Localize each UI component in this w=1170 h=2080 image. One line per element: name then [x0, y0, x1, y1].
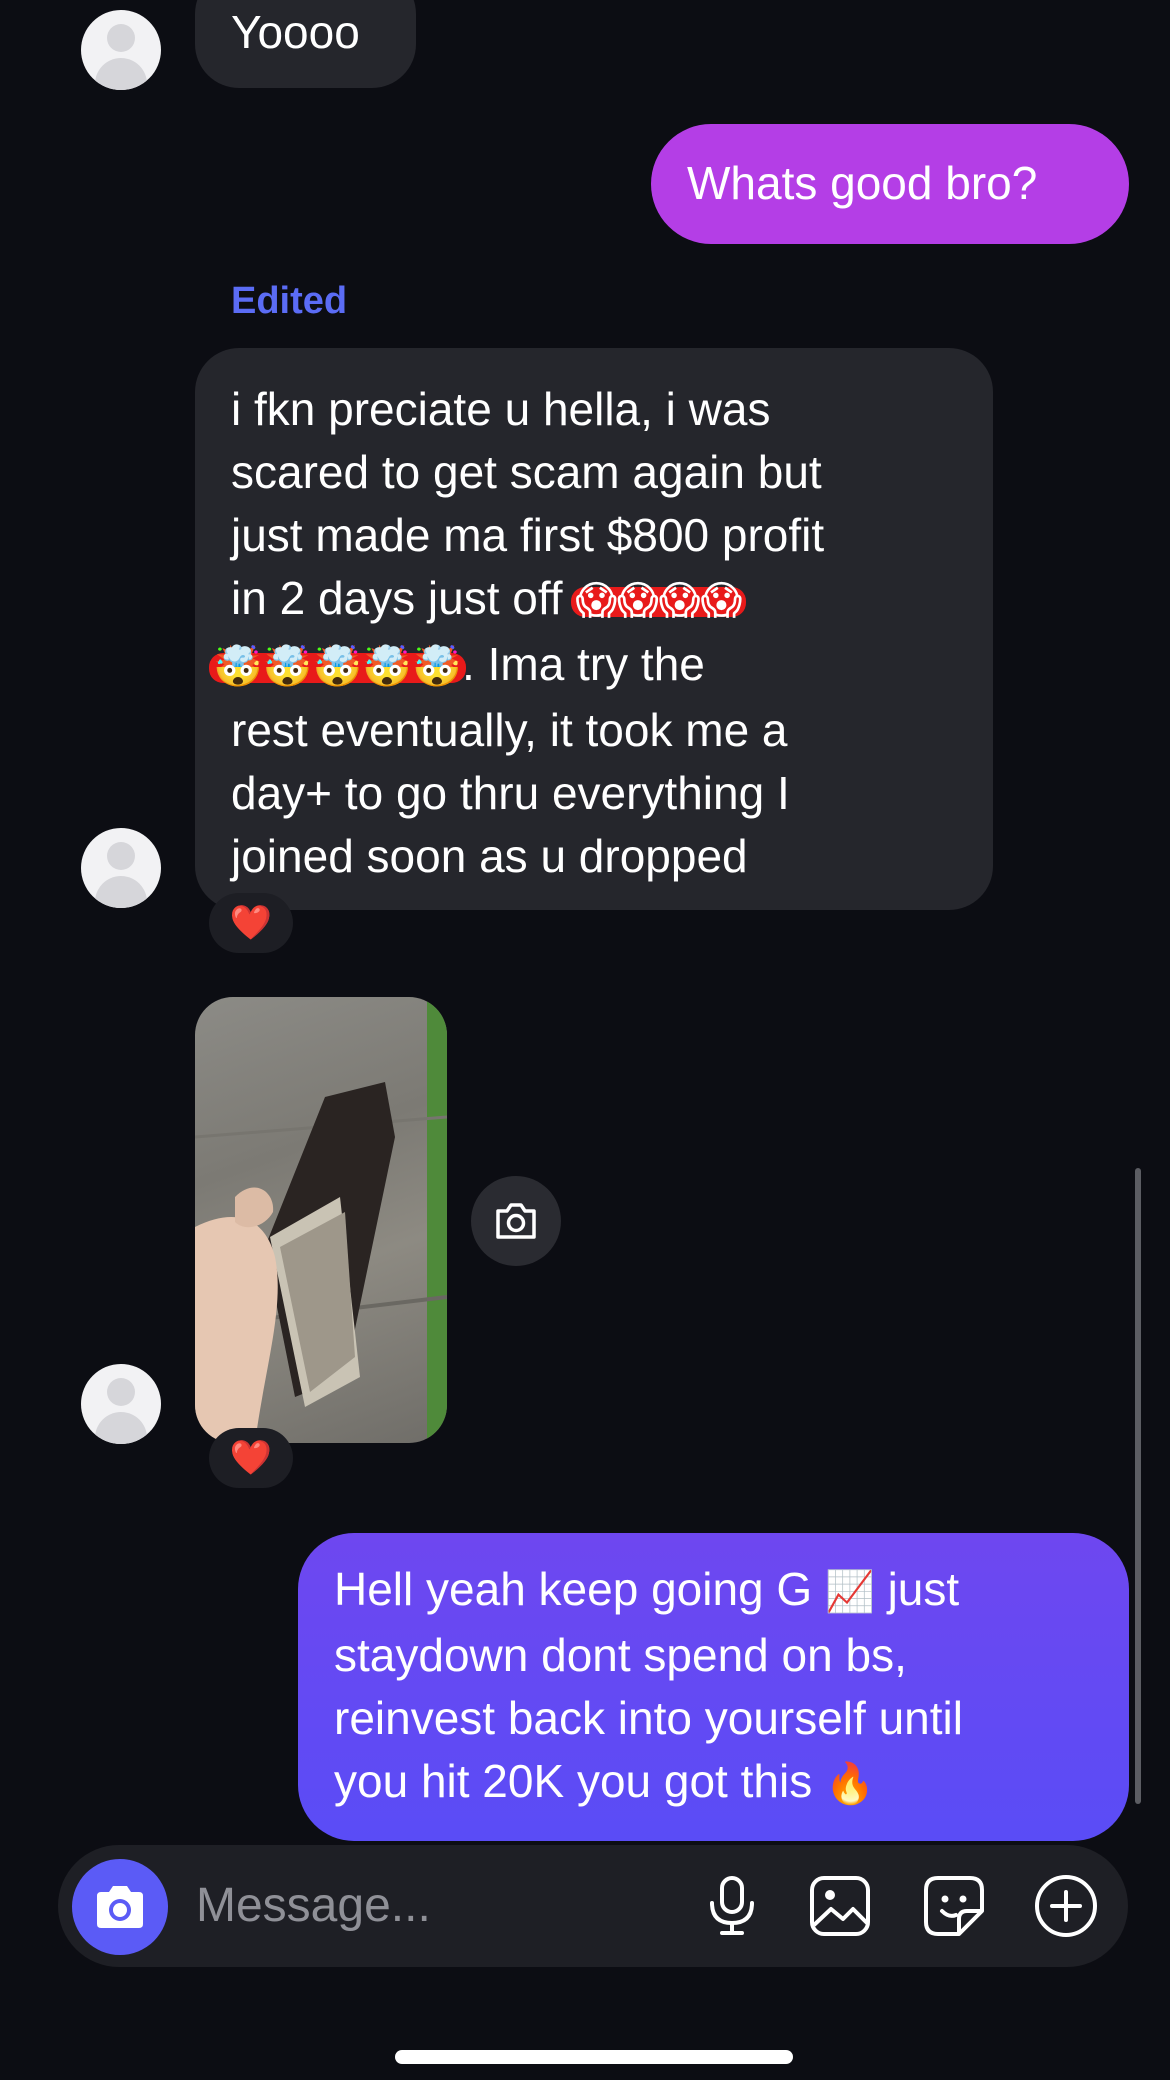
- microphone-button[interactable]: [698, 1872, 766, 1940]
- sent-message[interactable]: Whats good bro?: [651, 124, 1129, 244]
- message-text: Hell yeah keep going G: [334, 1563, 813, 1615]
- received-message[interactable]: Yoooo: [195, 0, 416, 88]
- message-text: . Ima try the: [462, 638, 705, 690]
- scrollbar[interactable]: [1135, 1168, 1141, 1804]
- message-line: 🤯🤯🤯🤯🤯. Ima try the: [209, 633, 993, 699]
- scribbled-emojis: 😱😱😱😱: [571, 567, 747, 633]
- sticker-button[interactable]: [920, 1872, 988, 1940]
- message-line: rest eventually, it took me a: [231, 704, 788, 756]
- camera-icon: [97, 1886, 143, 1928]
- home-indicator[interactable]: [395, 2050, 793, 2064]
- message-text: Yoooo: [231, 6, 360, 58]
- heart-reaction[interactable]: ❤️: [209, 893, 293, 953]
- message-line: joined soon as u dropped: [231, 830, 748, 882]
- microphone-icon: [710, 1876, 754, 1935]
- heart-reaction[interactable]: ❤️: [209, 1428, 293, 1488]
- view-photo-button[interactable]: [471, 1176, 561, 1266]
- sticker-icon: [924, 1876, 984, 1936]
- screaming-face-emojis: 😱😱😱😱: [575, 578, 743, 624]
- gallery-button[interactable]: [806, 1872, 874, 1940]
- message-text: you hit 20K you got this: [334, 1755, 813, 1807]
- chart-increasing-emoji: 📈: [824, 1569, 875, 1615]
- message-line: staydown dont spend on bs,: [334, 1629, 907, 1681]
- wallet-photo[interactable]: [195, 997, 447, 1443]
- camera-icon: [496, 1203, 536, 1239]
- message-line: scared to get scam again but: [231, 446, 822, 498]
- contact-avatar[interactable]: [81, 1364, 161, 1444]
- message-line: i fkn preciate u hella, i was: [231, 383, 771, 435]
- message-line: reinvest back into yourself until: [334, 1692, 963, 1744]
- message-line: just made ma first $800 profit: [231, 509, 825, 561]
- scribbled-emojis: 🤯🤯🤯🤯🤯: [209, 633, 467, 699]
- fire-emoji: 🔥: [824, 1761, 875, 1807]
- message-line: Hell yeah keep going G 📈 just: [334, 1558, 1129, 1624]
- message-text: Whats good bro?: [687, 157, 1038, 209]
- heart-icon: ❤️: [229, 1438, 273, 1478]
- message-composer: Message...: [58, 1845, 1128, 1967]
- received-message[interactable]: i fkn preciate u hella, i was scared to …: [195, 348, 993, 910]
- message-line: you hit 20K you got this 🔥: [334, 1750, 1129, 1816]
- exploding-head-emojis: 🤯🤯🤯🤯🤯: [213, 644, 463, 690]
- message-line: day+ to go thru everything I: [231, 767, 790, 819]
- message-input[interactable]: Message...: [196, 1845, 431, 1967]
- camera-button[interactable]: [72, 1859, 168, 1955]
- more-button[interactable]: [1032, 1872, 1100, 1940]
- contact-avatar[interactable]: [81, 10, 161, 90]
- plus-circle-icon: [1035, 1875, 1097, 1937]
- message-text: in 2 days just off: [231, 572, 563, 624]
- gallery-icon: [810, 1876, 870, 1936]
- edited-label[interactable]: Edited: [231, 280, 347, 323]
- contact-avatar[interactable]: [81, 828, 161, 908]
- sent-message[interactable]: Hell yeah keep going G 📈 just staydown d…: [298, 1533, 1129, 1841]
- message-text: just: [887, 1563, 960, 1615]
- message-line: in 2 days just off 😱😱😱😱: [231, 567, 993, 633]
- wallet-photo-illustration: [195, 997, 447, 1443]
- heart-icon: ❤️: [229, 903, 273, 943]
